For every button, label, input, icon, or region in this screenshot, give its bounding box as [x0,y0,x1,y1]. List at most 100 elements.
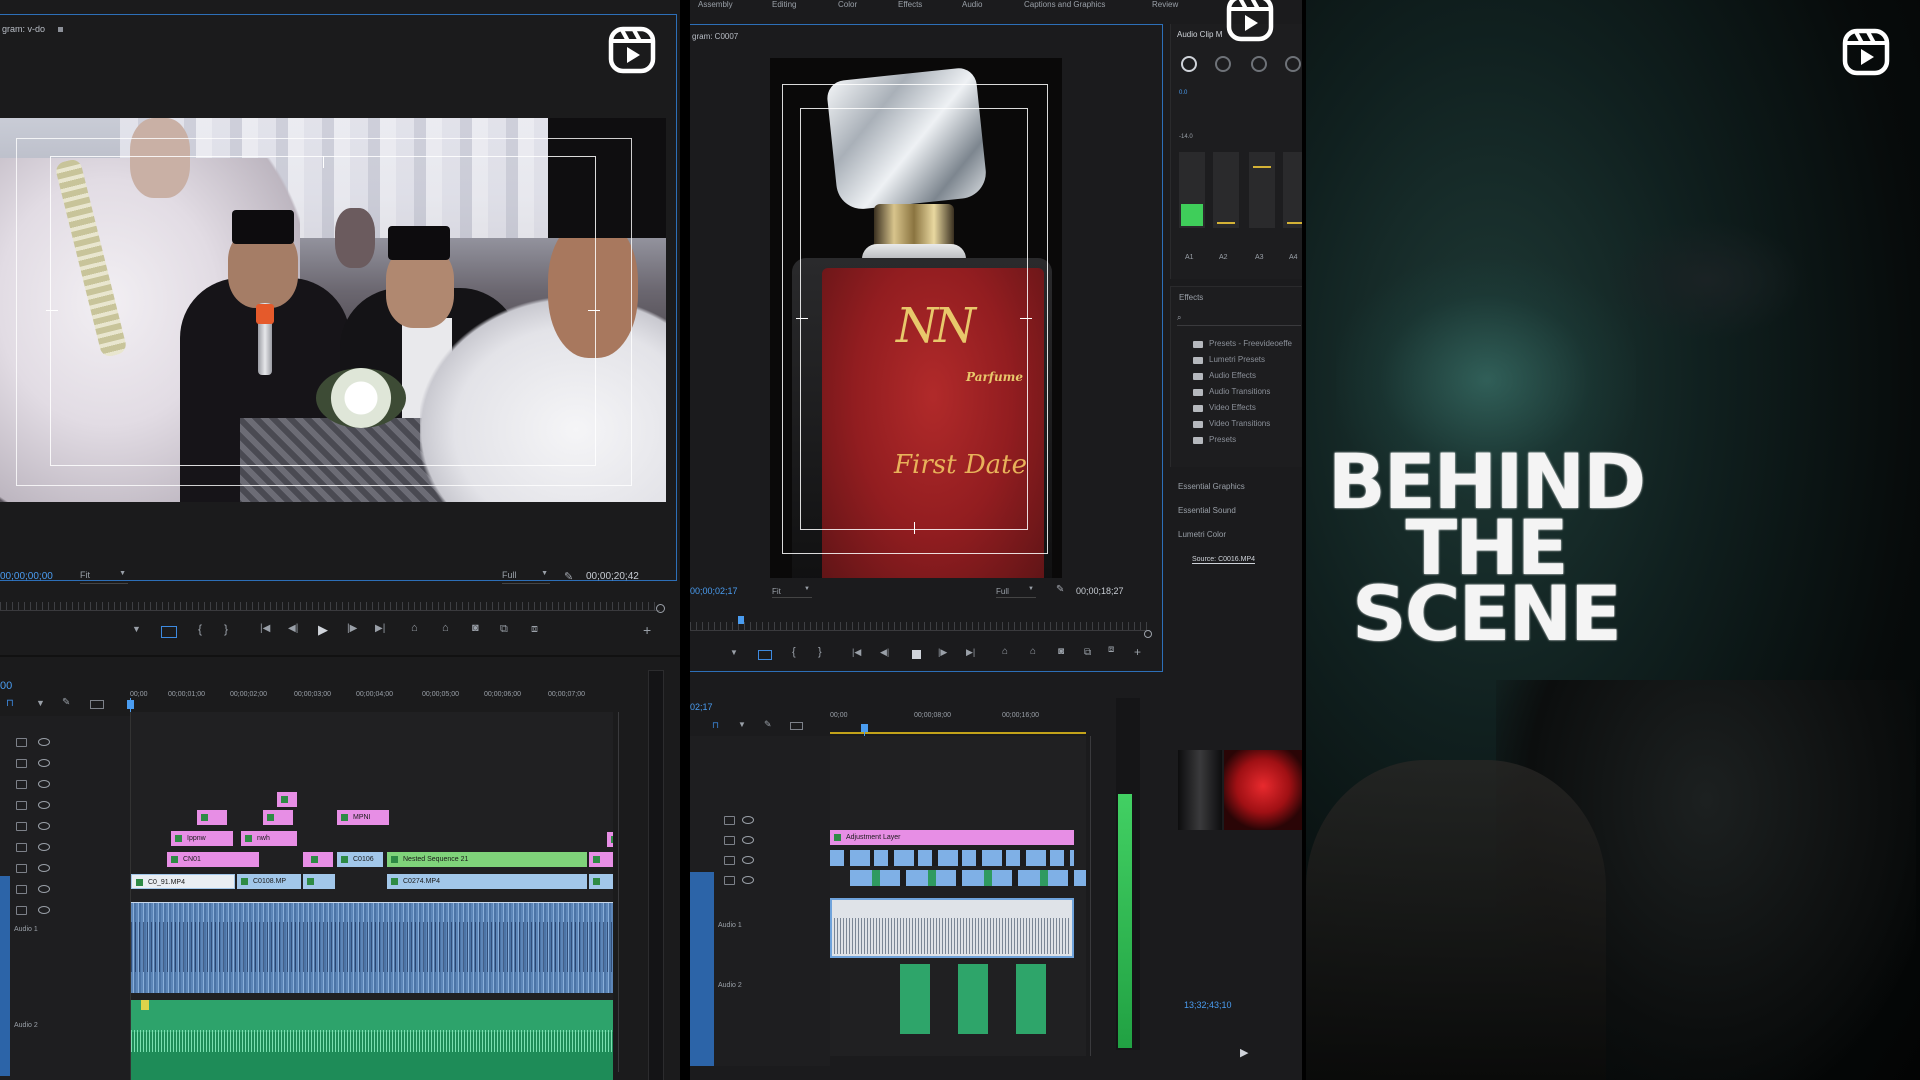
wrench-settings-icon[interactable]: ✎ [764,719,772,730]
add-button[interactable]: + [643,622,651,638]
step-forward-button[interactable]: |▶ [347,623,357,634]
playhead-handle[interactable] [861,724,868,732]
clip-block[interactable] [197,810,227,825]
timeline-tracks[interactable]: Adjustment Layer [830,736,1086,1056]
timeline-ruler[interactable]: 00;00 00;00;01;00 00;00;02;00 00;00;03;0… [130,690,612,714]
workspace-tab[interactable]: Review [1152,0,1178,9]
eye-icon[interactable] [38,885,50,893]
track-output-icon[interactable] [16,801,27,810]
step-forward-button[interactable]: |▶ [938,647,947,658]
track-output-icon[interactable] [724,816,735,825]
program-timecode-start[interactable]: 00;00;02;17 [690,586,738,596]
eye-icon[interactable] [38,780,50,788]
effects-title[interactable]: Effects [1179,293,1203,302]
channel-fader[interactable] [1213,152,1239,228]
track-output-icon[interactable] [724,876,735,885]
go-to-in-button[interactable]: |◀ [852,647,861,658]
add-marker-button[interactable]: ▼ [730,648,738,657]
video-clips-v2[interactable] [830,850,1074,866]
track-output-icon[interactable] [16,885,27,894]
track-output-icon[interactable] [16,864,27,873]
eye-icon[interactable] [38,738,50,746]
add-button[interactable]: + [1134,645,1141,659]
eye-icon[interactable] [742,876,754,884]
effects-item[interactable]: Presets - Freevideoeffe [1209,339,1292,348]
effects-item[interactable]: Audio Transitions [1209,387,1270,396]
channel-fader[interactable] [1179,152,1205,228]
workspace-tab[interactable]: Effects [898,0,922,9]
source-timecode[interactable]: 13;32;43;10 [1184,1000,1232,1010]
panel-tab[interactable]: Essential Sound [1178,506,1236,515]
adjustment-layer-clip[interactable]: Adjustment Layer [830,830,1074,845]
snap-icon[interactable]: ⊓ [712,720,719,731]
track-output-icon[interactable] [16,822,27,831]
captions-icon[interactable] [90,700,104,709]
panel-tab[interactable]: Essential Graphics [1178,482,1245,491]
clip-v2[interactable]: CN01 [167,852,259,867]
eye-icon[interactable] [38,864,50,872]
program-monitor-title[interactable]: gram: v-do [2,24,45,34]
clip-v4[interactable]: Ippnw [171,831,233,846]
channel-fader[interactable] [1249,152,1275,228]
track-output-icon[interactable] [724,836,735,845]
clip-block[interactable] [589,852,613,867]
scrub-end-handle[interactable] [1144,630,1152,638]
mark-in-button[interactable]: { [792,646,796,658]
step-back-button[interactable]: ◀| [288,623,298,634]
insert-button[interactable]: ⧉ [1084,647,1091,658]
track-output-icon[interactable] [724,856,735,865]
source-play-button[interactable]: ▶ [1240,1046,1248,1059]
insert-button[interactable]: ⧉ [500,623,508,636]
mark-out-button[interactable]: } [224,622,228,636]
play-button[interactable]: ▶ [318,622,328,638]
extract-button[interactable]: ⌂ [442,622,449,634]
audio-clip-mixer-title[interactable]: Audio Clip M [1177,30,1222,39]
track-output-icon[interactable] [16,906,27,915]
clip-v5[interactable]: MPNI [337,810,389,825]
source-label[interactable]: Source: C0016.MP4 [1192,556,1256,564]
step-back-button[interactable]: ◀| [880,647,889,658]
go-to-out-button[interactable]: ▶| [966,647,975,658]
audio-clips-a2[interactable] [900,964,1050,1034]
mark-out-button[interactable]: } [818,646,822,658]
eye-icon[interactable] [38,759,50,767]
workspace-tab[interactable]: Assembly [698,0,733,9]
lift-button[interactable]: ⌂ [411,622,418,634]
clip-block[interactable] [607,832,613,847]
playhead-handle[interactable] [127,700,134,709]
effects-item[interactable]: Presets [1209,435,1236,444]
track-output-icon[interactable] [16,843,27,852]
v1-target-highlight[interactable] [690,872,714,1066]
channel-fader[interactable] [1283,152,1302,228]
workspace-tab[interactable]: Editing [772,0,796,9]
video-clips-v1[interactable] [850,870,1086,886]
tab-close-icon[interactable] [58,27,63,32]
eye-icon[interactable] [742,816,754,824]
effects-item[interactable]: Audio Effects [1209,371,1256,380]
fit-dropdown[interactable]: Fit ▼ [80,570,128,584]
timeline-scrollbar[interactable] [618,712,627,1072]
workspace-tab[interactable]: Color [838,0,857,9]
eye-icon[interactable] [38,843,50,851]
program-monitor-title[interactable]: gram: C0007 [692,32,738,41]
clip-block[interactable] [263,810,293,825]
v1-target-highlight[interactable] [0,876,10,1076]
effects-search-input[interactable]: ⌕ [1177,313,1301,326]
knob-icon[interactable] [1285,56,1301,72]
overwrite-button[interactable]: ⧈ [1108,644,1114,655]
stop-button[interactable] [912,650,921,659]
overwrite-button[interactable]: ⧈ [531,623,538,636]
timeline-timecode[interactable]: 02;17 [690,702,713,712]
track-output-icon[interactable] [16,759,27,768]
clip-v3[interactable]: nwh [241,831,297,846]
eye-icon[interactable] [742,856,754,864]
wrench-icon[interactable]: ✎ [564,570,573,583]
timeline-timecode[interactable]: 00 [0,680,12,692]
effects-item[interactable]: Video Transitions [1209,419,1270,428]
clip-block[interactable] [307,852,333,867]
lift-button[interactable]: ⌂ [1002,646,1008,657]
timeline-ruler[interactable]: 00;00 00;00;08;00 00;00;16;00 [830,710,1086,734]
safe-margins-button[interactable] [758,650,772,660]
track-output-icon[interactable] [16,738,27,747]
audio-marker[interactable] [141,1000,149,1010]
